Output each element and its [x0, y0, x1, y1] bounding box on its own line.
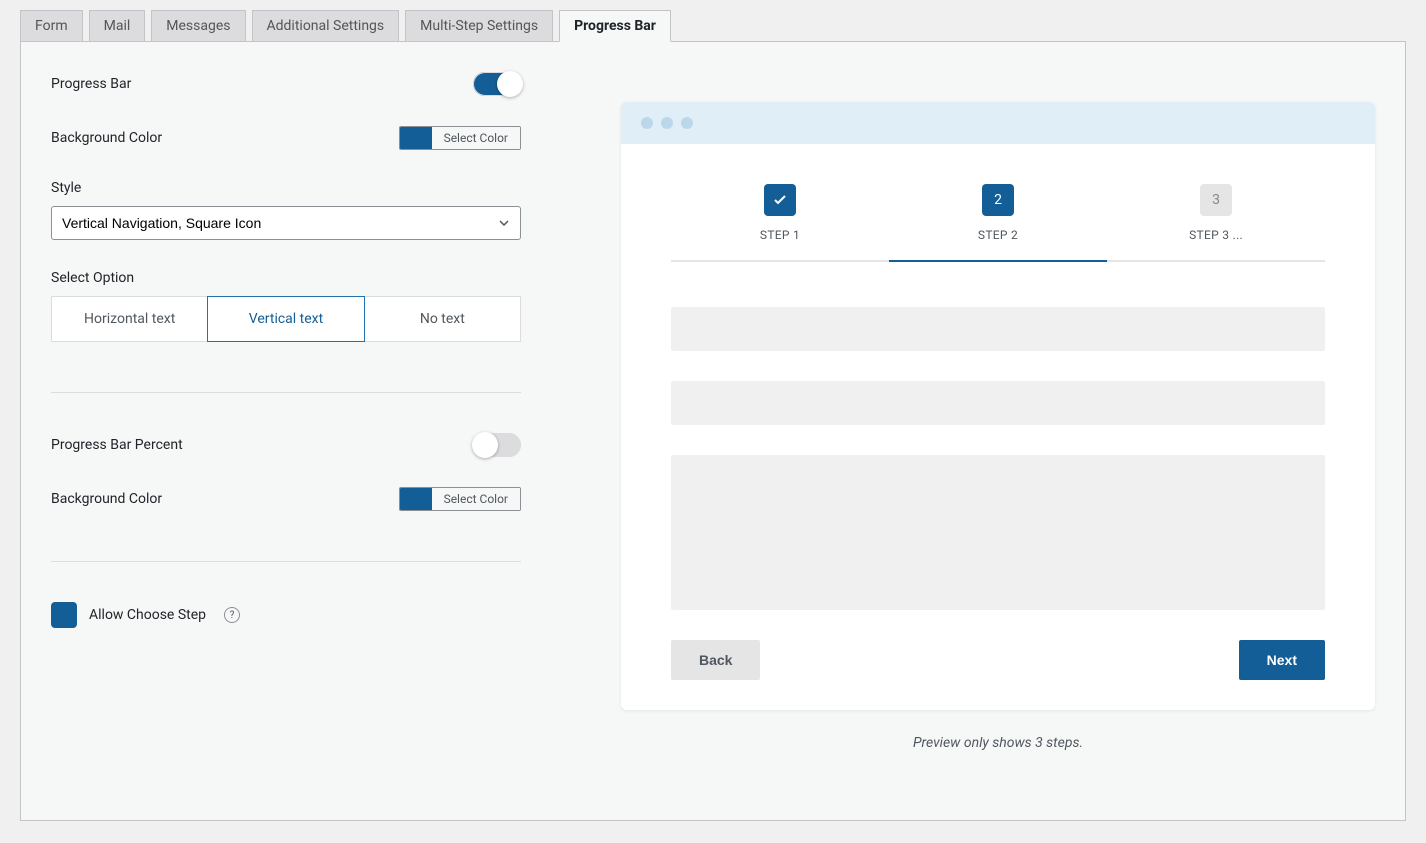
option-horizontal-text[interactable]: Horizontal text — [51, 296, 208, 342]
tab-progress-bar[interactable]: Progress Bar — [559, 10, 671, 42]
background-color-picker[interactable]: Select Color — [399, 126, 521, 150]
progress-bar-toggle[interactable] — [473, 72, 521, 96]
style-label: Style — [51, 180, 521, 196]
preview-progress-steps: STEP 1 2 STEP 2 3 STEP 3 ... — [671, 184, 1325, 262]
tab-mail[interactable]: Mail — [89, 10, 146, 42]
tab-form[interactable]: Form — [20, 10, 83, 42]
style-select[interactable]: Vertical Navigation, Square Icon — [51, 206, 521, 240]
preview-step-1: STEP 1 — [671, 184, 889, 262]
select-color-button-2[interactable]: Select Color — [432, 488, 520, 510]
percent-background-color-picker[interactable]: Select Color — [399, 487, 521, 511]
progress-bar-percent-toggle[interactable] — [473, 433, 521, 457]
select-option-label: Select Option — [51, 270, 521, 286]
window-dot — [661, 117, 673, 129]
progress-bar-percent-label: Progress Bar Percent — [51, 437, 183, 453]
preview-back-button[interactable]: Back — [671, 640, 760, 680]
preview-step-3: 3 STEP 3 ... — [1107, 184, 1325, 262]
preview-step-2: 2 STEP 2 — [889, 184, 1107, 262]
preview-field-placeholder — [671, 455, 1325, 610]
background-color-label: Background Color — [51, 130, 162, 146]
progress-bar-label: Progress Bar — [51, 76, 131, 92]
option-vertical-text[interactable]: Vertical text — [207, 296, 364, 342]
color-swatch-2 — [400, 488, 432, 510]
step-label: STEP 1 — [671, 228, 889, 242]
tab-multistep-settings[interactable]: Multi-Step Settings — [405, 10, 553, 42]
step-number-icon: 2 — [982, 184, 1014, 216]
step-label: STEP 2 — [889, 228, 1107, 242]
step-label: STEP 3 ... — [1107, 228, 1325, 242]
select-color-button[interactable]: Select Color — [432, 127, 520, 149]
preview-field-placeholder — [671, 307, 1325, 351]
allow-choose-step-label: Allow Choose Step — [89, 607, 206, 623]
window-dot — [641, 117, 653, 129]
divider — [51, 392, 521, 393]
option-no-text[interactable]: No text — [364, 296, 521, 342]
settings-panel: Progress Bar Background Color Select Col… — [20, 41, 1406, 821]
window-dot — [681, 117, 693, 129]
step-number-icon: 3 — [1200, 184, 1232, 216]
tab-additional-settings[interactable]: Additional Settings — [252, 10, 400, 42]
tab-messages[interactable]: Messages — [151, 10, 245, 42]
preview-card: STEP 1 2 STEP 2 3 STEP 3 ... — [621, 102, 1375, 710]
preview-next-button[interactable]: Next — [1239, 640, 1325, 680]
preview-window-header — [621, 102, 1375, 144]
help-icon[interactable]: ? — [224, 607, 240, 623]
tab-bar: Form Mail Messages Additional Settings M… — [20, 10, 1406, 42]
background-color-label-2: Background Color — [51, 491, 162, 507]
divider-2 — [51, 561, 521, 562]
preview-field-placeholder — [671, 381, 1325, 425]
check-icon — [764, 184, 796, 216]
color-swatch — [400, 127, 432, 149]
preview-note: Preview only shows 3 steps. — [621, 735, 1375, 751]
allow-choose-step-checkbox[interactable] — [51, 602, 77, 628]
